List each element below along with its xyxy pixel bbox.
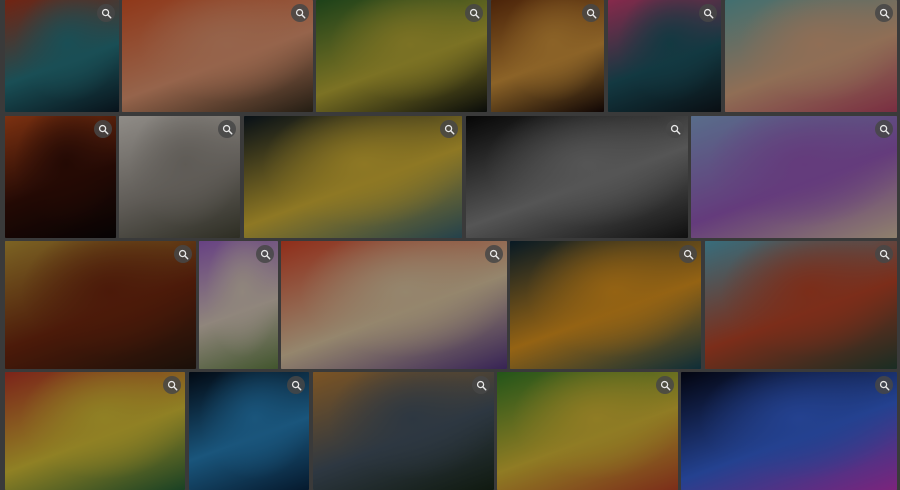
zoom-in-icon[interactable]: [291, 4, 309, 22]
zoom-in-icon[interactable]: [485, 245, 503, 263]
zoom-in-icon[interactable]: [287, 376, 305, 394]
gallery-image-digital-brain[interactable]: [189, 372, 309, 490]
image-overlay: [313, 372, 494, 490]
zoom-in-icon[interactable]: [256, 245, 274, 263]
image-overlay: [281, 241, 507, 369]
gallery-image-poppy-flowers-watercolor[interactable]: [281, 241, 507, 369]
image-overlay: [705, 241, 897, 369]
zoom-in-icon[interactable]: [97, 4, 115, 22]
zoom-in-icon[interactable]: [440, 120, 458, 138]
gallery-image-haunted-house-moon[interactable]: [5, 116, 116, 238]
image-overlay: [725, 0, 897, 112]
gallery-image-fantasy-castle-flowers[interactable]: [725, 0, 897, 112]
gallery-image-kids-walking-castle[interactable]: [705, 241, 897, 369]
zoom-in-icon[interactable]: [582, 4, 600, 22]
gallery-image-colorful-hallway-students[interactable]: [5, 372, 185, 490]
zoom-in-icon[interactable]: [218, 120, 236, 138]
zoom-in-icon[interactable]: [472, 376, 490, 394]
image-overlay: [681, 372, 897, 490]
image-overlay: [122, 0, 313, 112]
zoom-in-icon[interactable]: [163, 376, 181, 394]
zoom-in-icon[interactable]: [174, 245, 192, 263]
image-overlay: [466, 116, 688, 238]
image-overlay: [510, 241, 701, 369]
zoom-in-icon[interactable]: [875, 4, 893, 22]
zoom-in-icon[interactable]: [875, 120, 893, 138]
zoom-in-icon[interactable]: [699, 4, 717, 22]
gallery-image-sunset-lake-forest[interactable]: [122, 0, 313, 112]
image-gallery: [0, 0, 900, 490]
gallery-image-digital-wave-particles[interactable]: [681, 372, 897, 490]
gallery-image-lavender-field-castle[interactable]: [691, 116, 897, 238]
gallery-image-school-corridor-kids[interactable]: [5, 241, 196, 369]
gallery-image-golden-masked-woman[interactable]: [491, 0, 604, 112]
gallery-image-river-castle-landscape[interactable]: [313, 372, 494, 490]
gallery-image-abstract-faces[interactable]: [466, 116, 688, 238]
image-overlay: [5, 241, 196, 369]
image-overlay: [5, 372, 185, 490]
gallery-image-butterflies-dark-forest[interactable]: [510, 241, 701, 369]
zoom-in-icon[interactable]: [679, 245, 697, 263]
image-overlay: [316, 0, 487, 112]
zoom-in-icon[interactable]: [465, 4, 483, 22]
gallery-image-white-unicorn[interactable]: [119, 116, 240, 238]
image-overlay: [497, 372, 678, 490]
image-overlay: [244, 116, 462, 238]
gallery-image-school-hallway-students[interactable]: [316, 0, 487, 112]
zoom-in-icon[interactable]: [666, 120, 684, 138]
gallery-image-gothic-castle-tower[interactable]: [5, 0, 119, 112]
gallery-image-pink-haired-girl[interactable]: [608, 0, 721, 112]
image-overlay: [691, 116, 897, 238]
zoom-in-icon[interactable]: [875, 245, 893, 263]
gallery-image-children-running-school[interactable]: [497, 372, 678, 490]
zoom-in-icon[interactable]: [875, 376, 893, 394]
zoom-in-icon[interactable]: [656, 376, 674, 394]
zoom-in-icon[interactable]: [94, 120, 112, 138]
gallery-image-lavender-cottage[interactable]: [199, 241, 278, 369]
gallery-image-glowing-forest-path[interactable]: [244, 116, 462, 238]
